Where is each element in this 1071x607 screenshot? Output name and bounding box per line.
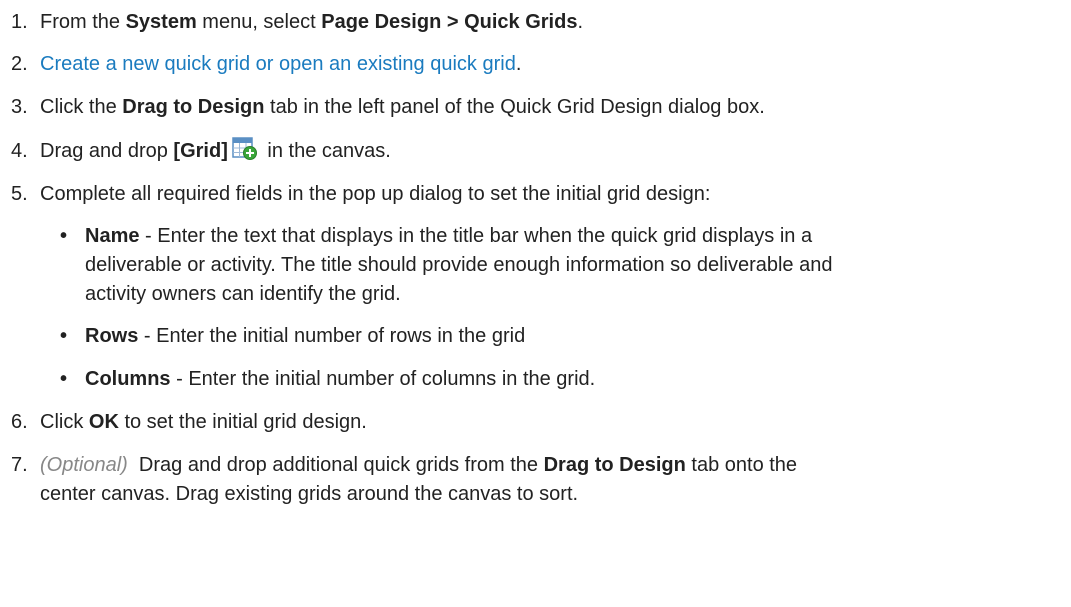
optional-tag: (Optional) bbox=[40, 454, 128, 476]
bullet-dot: • bbox=[60, 368, 68, 390]
step-text-part: Click bbox=[40, 411, 89, 433]
menu-name-system: System bbox=[125, 11, 197, 33]
step-number: 4. bbox=[11, 140, 28, 162]
button-name-ok: OK bbox=[88, 411, 119, 433]
step-number: 7. bbox=[11, 454, 28, 476]
field-description: Name - Enter the text that displays in t… bbox=[85, 222, 1055, 309]
step-text-part: Click the bbox=[40, 96, 123, 118]
step-text-part: menu, select bbox=[196, 11, 322, 33]
grid-item-label: [Grid] bbox=[173, 140, 228, 162]
bullet-dot: • bbox=[60, 225, 68, 247]
field-label: Name bbox=[85, 225, 140, 247]
step-text: Click the Drag to Design tab in the left… bbox=[40, 93, 1055, 122]
tab-name-drag-to-design: Drag to Design bbox=[122, 96, 265, 118]
field-text-line: deliverable or activity. The title shoul… bbox=[85, 254, 833, 276]
menu-path-quick-grids: Page Design > Quick Grids bbox=[321, 11, 578, 33]
field-label: Columns bbox=[85, 368, 171, 390]
tab-name-drag-to-design: Drag to Design bbox=[543, 454, 686, 476]
step-text: Click OK to set the initial grid design. bbox=[40, 408, 1055, 437]
procedure-steps: 1. From the System menu, select Page Des… bbox=[0, 0, 1071, 607]
grid-add-icon bbox=[232, 137, 258, 170]
step-text-part: . bbox=[515, 53, 522, 75]
field-description: Columns - Enter the initial number of co… bbox=[85, 365, 1055, 394]
step-text: (Optional) Drag and drop additional quic… bbox=[40, 451, 1055, 509]
step-text-part: Drag and drop additional quick grids fro… bbox=[127, 454, 544, 476]
field-text-line: - Enter the initial number of rows in th… bbox=[138, 325, 526, 347]
field-description: Rows - Enter the initial number of rows … bbox=[85, 322, 1055, 351]
step-number: 5. bbox=[11, 183, 28, 205]
step-text: Drag and drop [Grid] in the canvas. bbox=[40, 137, 1055, 170]
step-number: 6. bbox=[11, 411, 28, 433]
field-text-line: activity owners can identify the grid. bbox=[85, 283, 401, 305]
step-number: 2. bbox=[11, 53, 28, 75]
step-text: Create a new quick grid or open an exist… bbox=[40, 50, 1055, 79]
field-label: Rows bbox=[85, 325, 139, 347]
step-text-part: Drag and drop bbox=[40, 140, 174, 162]
step-text-part: to set the initial grid design. bbox=[118, 411, 367, 433]
step-text-part: tab in the left panel of the Quick Grid … bbox=[264, 96, 765, 118]
step-text-line: center canvas. Drag existing grids aroun… bbox=[40, 483, 579, 505]
field-text-line: - Enter the initial number of columns in… bbox=[170, 368, 596, 390]
field-text-line: - Enter the text that displays in the ti… bbox=[139, 225, 813, 247]
step-text-part: From the bbox=[40, 11, 126, 33]
step-text-part: in the canvas. bbox=[261, 140, 391, 162]
step-text: Complete all required fields in the pop … bbox=[40, 183, 711, 205]
step-text-part: . bbox=[577, 11, 584, 33]
step-text-part: tab onto the bbox=[685, 454, 798, 476]
step-text: From the System menu, select Page Design… bbox=[40, 8, 1055, 37]
bullet-dot: • bbox=[60, 325, 68, 347]
step-number: 1. bbox=[11, 11, 28, 33]
create-quick-grid-link[interactable]: Create a new quick grid or open an exist… bbox=[40, 53, 516, 75]
step-number: 3. bbox=[11, 96, 28, 118]
